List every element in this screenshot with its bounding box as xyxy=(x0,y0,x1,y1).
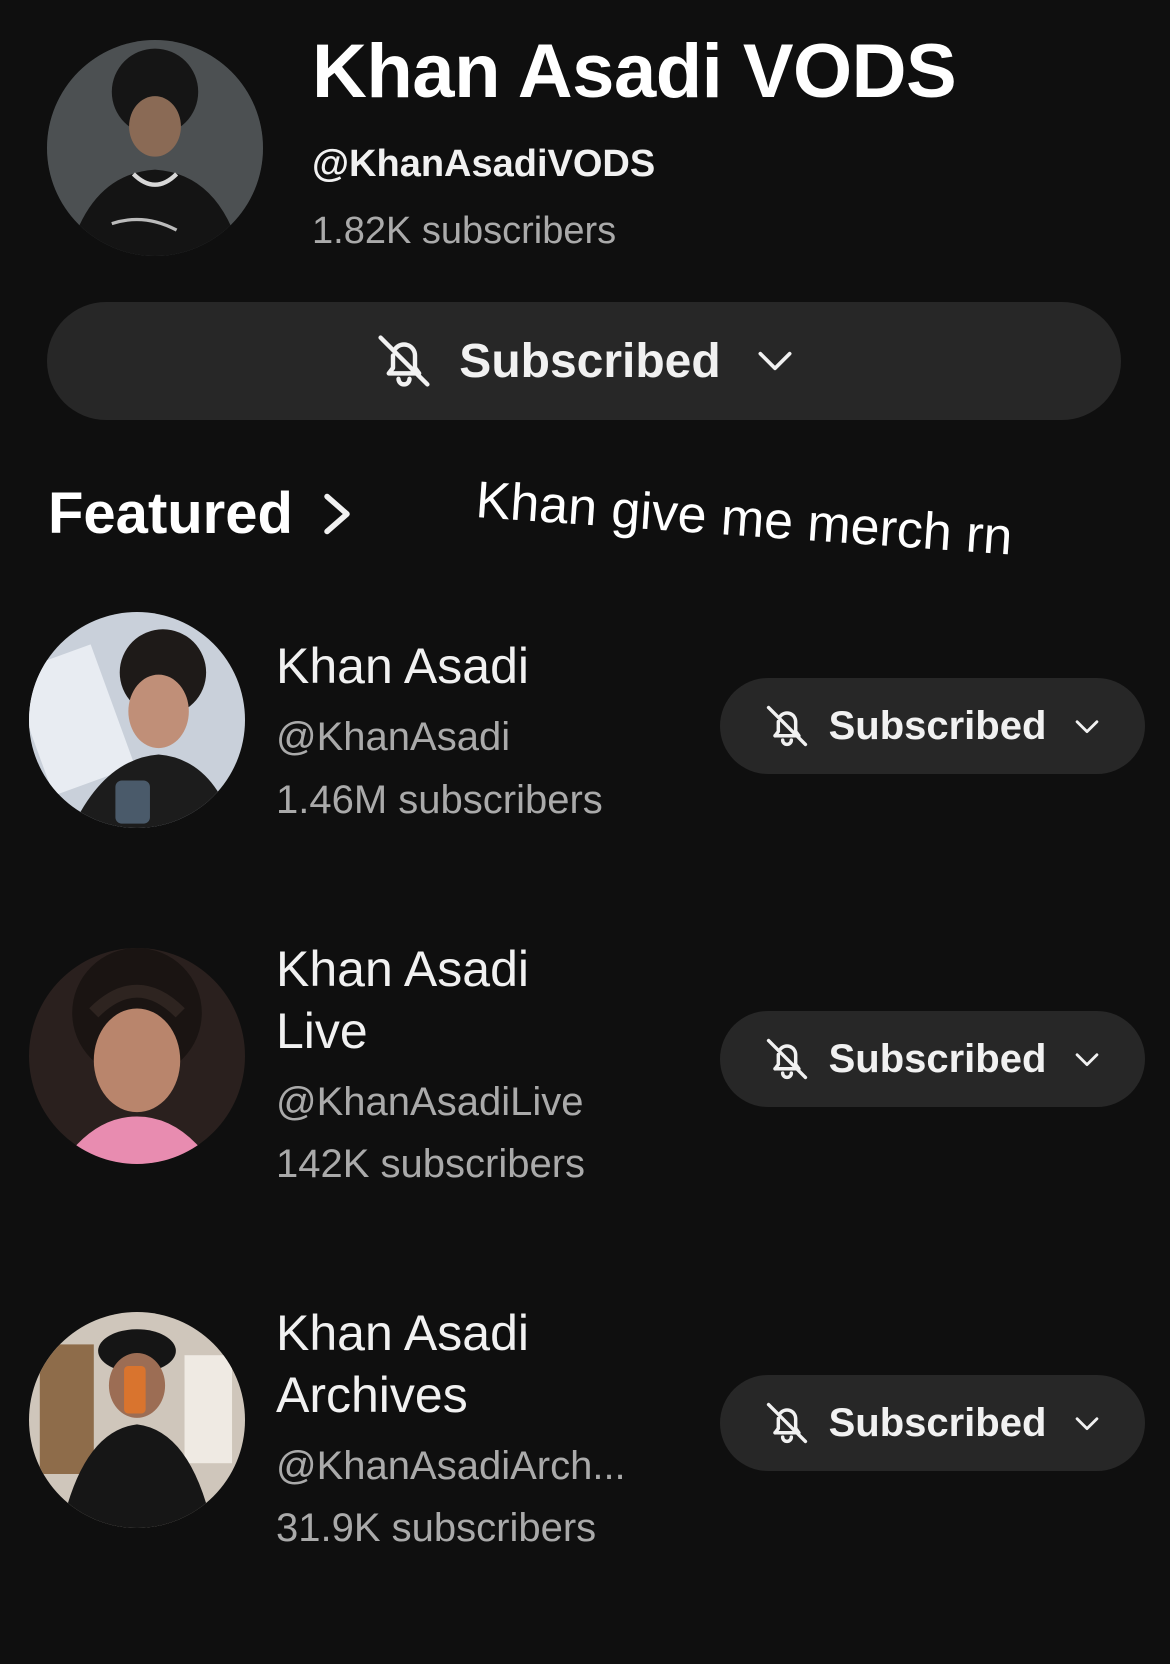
featured-subscribed-button[interactable]: Subscribed xyxy=(720,1375,1145,1471)
channel-avatar[interactable] xyxy=(47,40,263,256)
featured-subscribed-button[interactable]: Subscribed xyxy=(720,1011,1145,1107)
featured-channel-avatar[interactable] xyxy=(29,612,245,828)
chevron-right-icon xyxy=(324,493,350,534)
featured-channel-name[interactable]: Khan Asadi xyxy=(276,635,529,697)
bell-off-icon xyxy=(766,705,807,747)
featured-channel-name-line2: Live xyxy=(276,1003,368,1059)
subscribed-label: Subscribed xyxy=(828,703,1047,748)
featured-title: Featured xyxy=(48,481,293,546)
featured-section-link[interactable]: Featured xyxy=(48,480,355,547)
bell-off-icon xyxy=(766,1038,807,1080)
subscribed-button[interactable]: Subscribed xyxy=(47,302,1121,420)
chevron-down-icon xyxy=(1076,1417,1099,1431)
featured-channel-avatar[interactable] xyxy=(29,1312,245,1528)
subscribed-label: Subscribed xyxy=(459,334,721,388)
featured-channel-subscriber-count: 31.9K subscribers xyxy=(276,1506,597,1550)
channel-subscriber-count: 1.82K subscribers xyxy=(312,210,617,252)
featured-subscribed-button[interactable]: Subscribed xyxy=(720,678,1145,774)
chevron-down-icon xyxy=(1076,720,1099,734)
featured-channel-avatar[interactable] xyxy=(29,948,245,1164)
subscribed-label: Subscribed xyxy=(828,1036,1047,1081)
featured-channel-handle: @KhanAsadiLive xyxy=(276,1080,584,1124)
featured-channel-name[interactable]: Khan Asadi xyxy=(276,938,529,1000)
featured-channel-handle: @KhanAsadiArch... xyxy=(276,1444,626,1488)
featured-channel-handle: @KhanAsadi xyxy=(276,715,511,759)
overlay-caption: Khan give me merch rn xyxy=(473,471,1015,567)
featured-channel-name[interactable]: Khan Asadi xyxy=(276,1302,529,1364)
channel-title: Khan Asadi VODS xyxy=(312,29,957,114)
chevron-down-icon xyxy=(1076,1053,1099,1067)
subscribed-label: Subscribed xyxy=(828,1400,1047,1445)
bell-off-icon xyxy=(378,335,430,387)
bell-off-icon xyxy=(766,1402,807,1444)
chevron-down-icon xyxy=(758,351,792,371)
channel-handle: @KhanAsadiVODS xyxy=(312,143,656,185)
featured-channel-subscriber-count: 1.46M subscribers xyxy=(276,778,603,822)
featured-channel-name-line2: Archives xyxy=(276,1367,468,1423)
featured-channel-subscriber-count: 142K subscribers xyxy=(276,1142,586,1186)
